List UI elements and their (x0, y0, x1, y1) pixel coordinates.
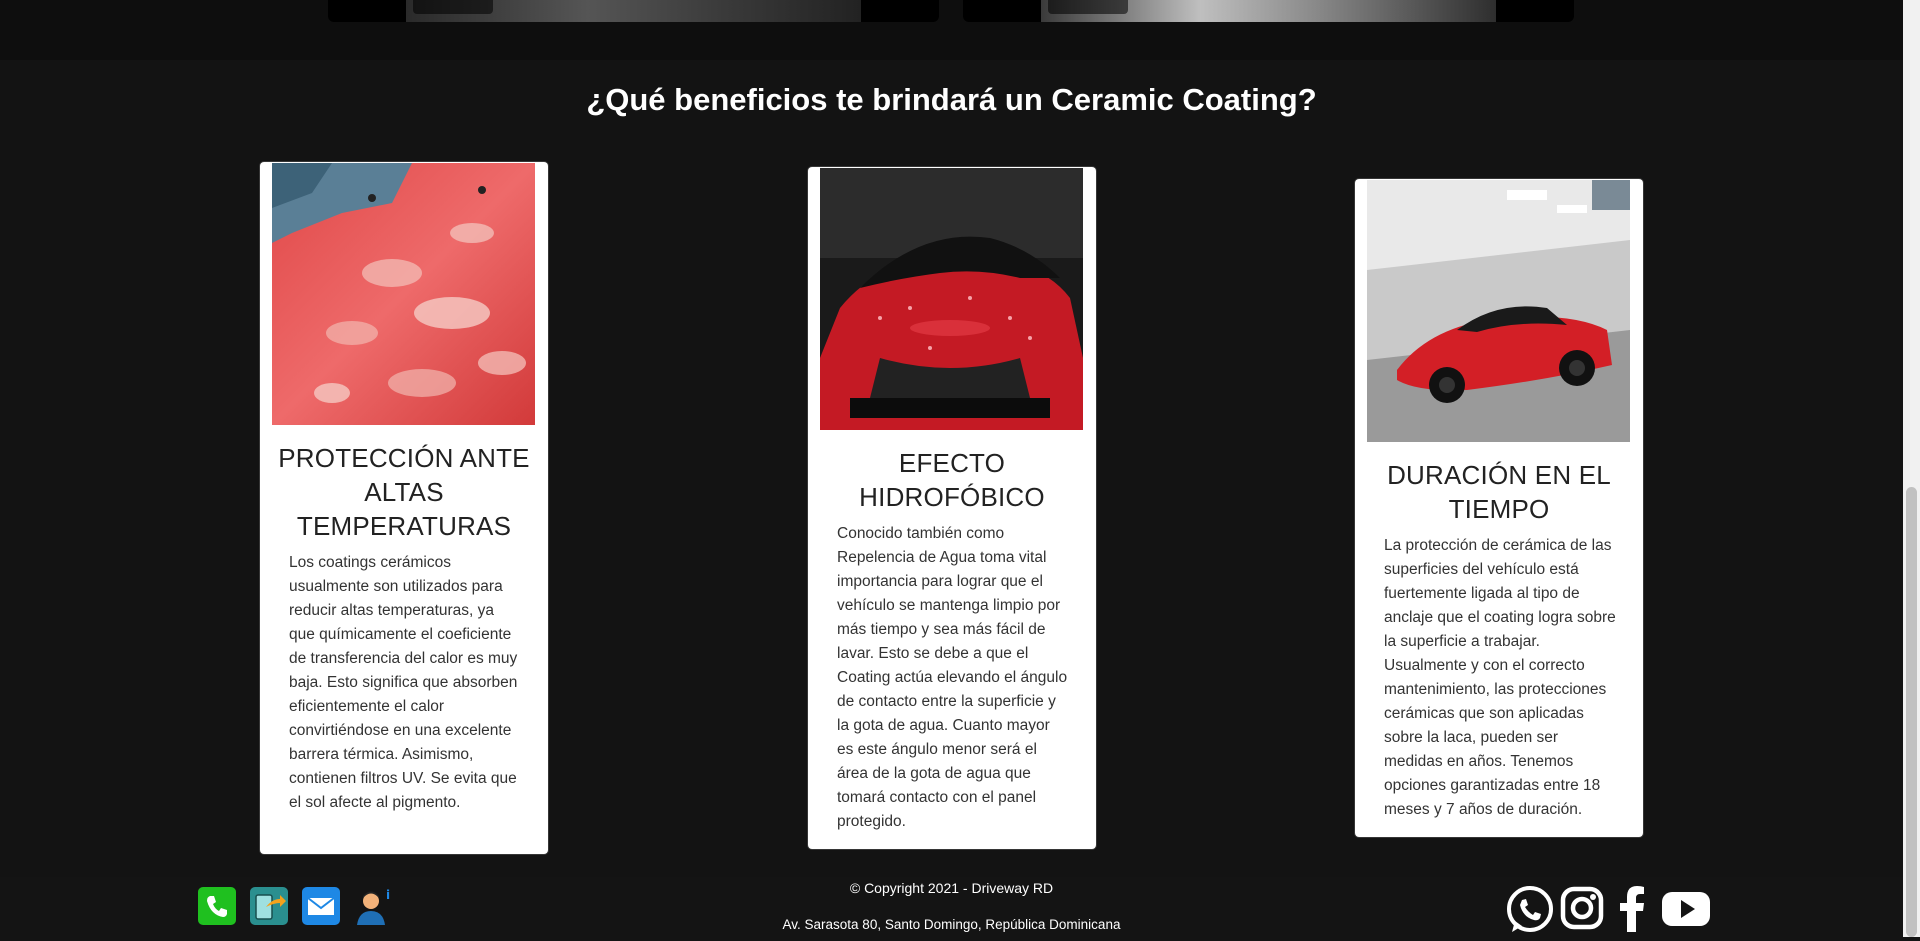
page-scrollbar[interactable] (1903, 0, 1920, 937)
video-card-right[interactable] (963, 0, 1574, 22)
video-channel-badge (1048, 0, 1128, 14)
youtube-icon[interactable] (1660, 884, 1712, 937)
info-person-icon[interactable]: i (354, 887, 392, 925)
scrollbar-thumb[interactable] (1906, 487, 1917, 937)
card-body: Conocido también como Repelencia de Agua… (837, 525, 1068, 830)
card-title: EFECTO HIDROFÓBICO (859, 448, 1045, 512)
email-icon[interactable] (302, 887, 340, 925)
benefit-card-durability: DURACIÓN EN EL TIEMPO La protección de c… (1355, 179, 1643, 837)
card-body: La protección de cerámica de las superfi… (1384, 537, 1616, 818)
card-title: DURACIÓN EN EL TIEMPO (1387, 460, 1611, 524)
card-image-red-paint (272, 163, 535, 425)
phone-icon[interactable] (198, 887, 236, 925)
video-card-left[interactable] (328, 0, 939, 22)
card-body: Los coatings cerámicos usualmente son ut… (289, 554, 518, 811)
video-strip (0, 0, 1903, 60)
facebook-icon[interactable] (1614, 884, 1650, 937)
benefit-card-hydrophobic: EFECTO HIDROFÓBICO Conocido también como… (808, 167, 1096, 849)
video-channel-badge (413, 0, 493, 14)
card-title: PROTECCIÓN ANTE ALTAS TEMPERATURAS (278, 443, 530, 541)
svg-text:i: i (386, 888, 390, 902)
share-icon[interactable] (250, 887, 288, 925)
benefit-card-temperature: PROTECCIÓN ANTE ALTAS TEMPERATURAS Los c… (260, 162, 548, 854)
card-image-red-supercar (820, 168, 1083, 430)
card-image-red-sportscar-garage (1367, 180, 1630, 442)
section-title: ¿Qué beneficios te brindará un Ceramic C… (586, 82, 1317, 117)
instagram-icon[interactable] (1558, 884, 1606, 937)
whatsapp-icon[interactable] (1504, 884, 1556, 941)
